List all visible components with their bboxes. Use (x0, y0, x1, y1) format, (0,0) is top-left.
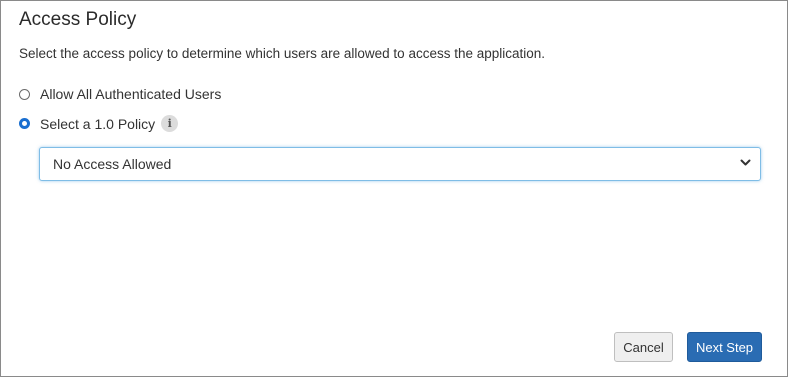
radio-allow-all-authenticated[interactable] (19, 88, 30, 100)
cancel-button[interactable]: Cancel (614, 332, 673, 362)
dialog-description: Select the access policy to determine wh… (19, 46, 546, 61)
chevron-down-icon (740, 159, 751, 166)
next-step-button[interactable]: Next Step (687, 332, 762, 362)
dialog-title: Access Policy (19, 9, 137, 30)
option-select-policy[interactable]: Select a 1.0 Policy i (19, 115, 179, 132)
radio-select-policy[interactable] (19, 118, 30, 129)
policy-select-value: No Access Allowed (53, 156, 172, 172)
option-allow-all-authenticated[interactable]: Allow All Authenticated Users (19, 86, 221, 102)
policy-select[interactable]: No Access Allowed (39, 147, 761, 181)
option-allow-all-label: Allow All Authenticated Users (40, 86, 222, 102)
info-icon[interactable]: i (161, 115, 179, 132)
access-policy-dialog: Access Policy Select the access policy t… (0, 0, 788, 377)
option-select-policy-label: Select a 1.0 Policy (40, 115, 156, 132)
